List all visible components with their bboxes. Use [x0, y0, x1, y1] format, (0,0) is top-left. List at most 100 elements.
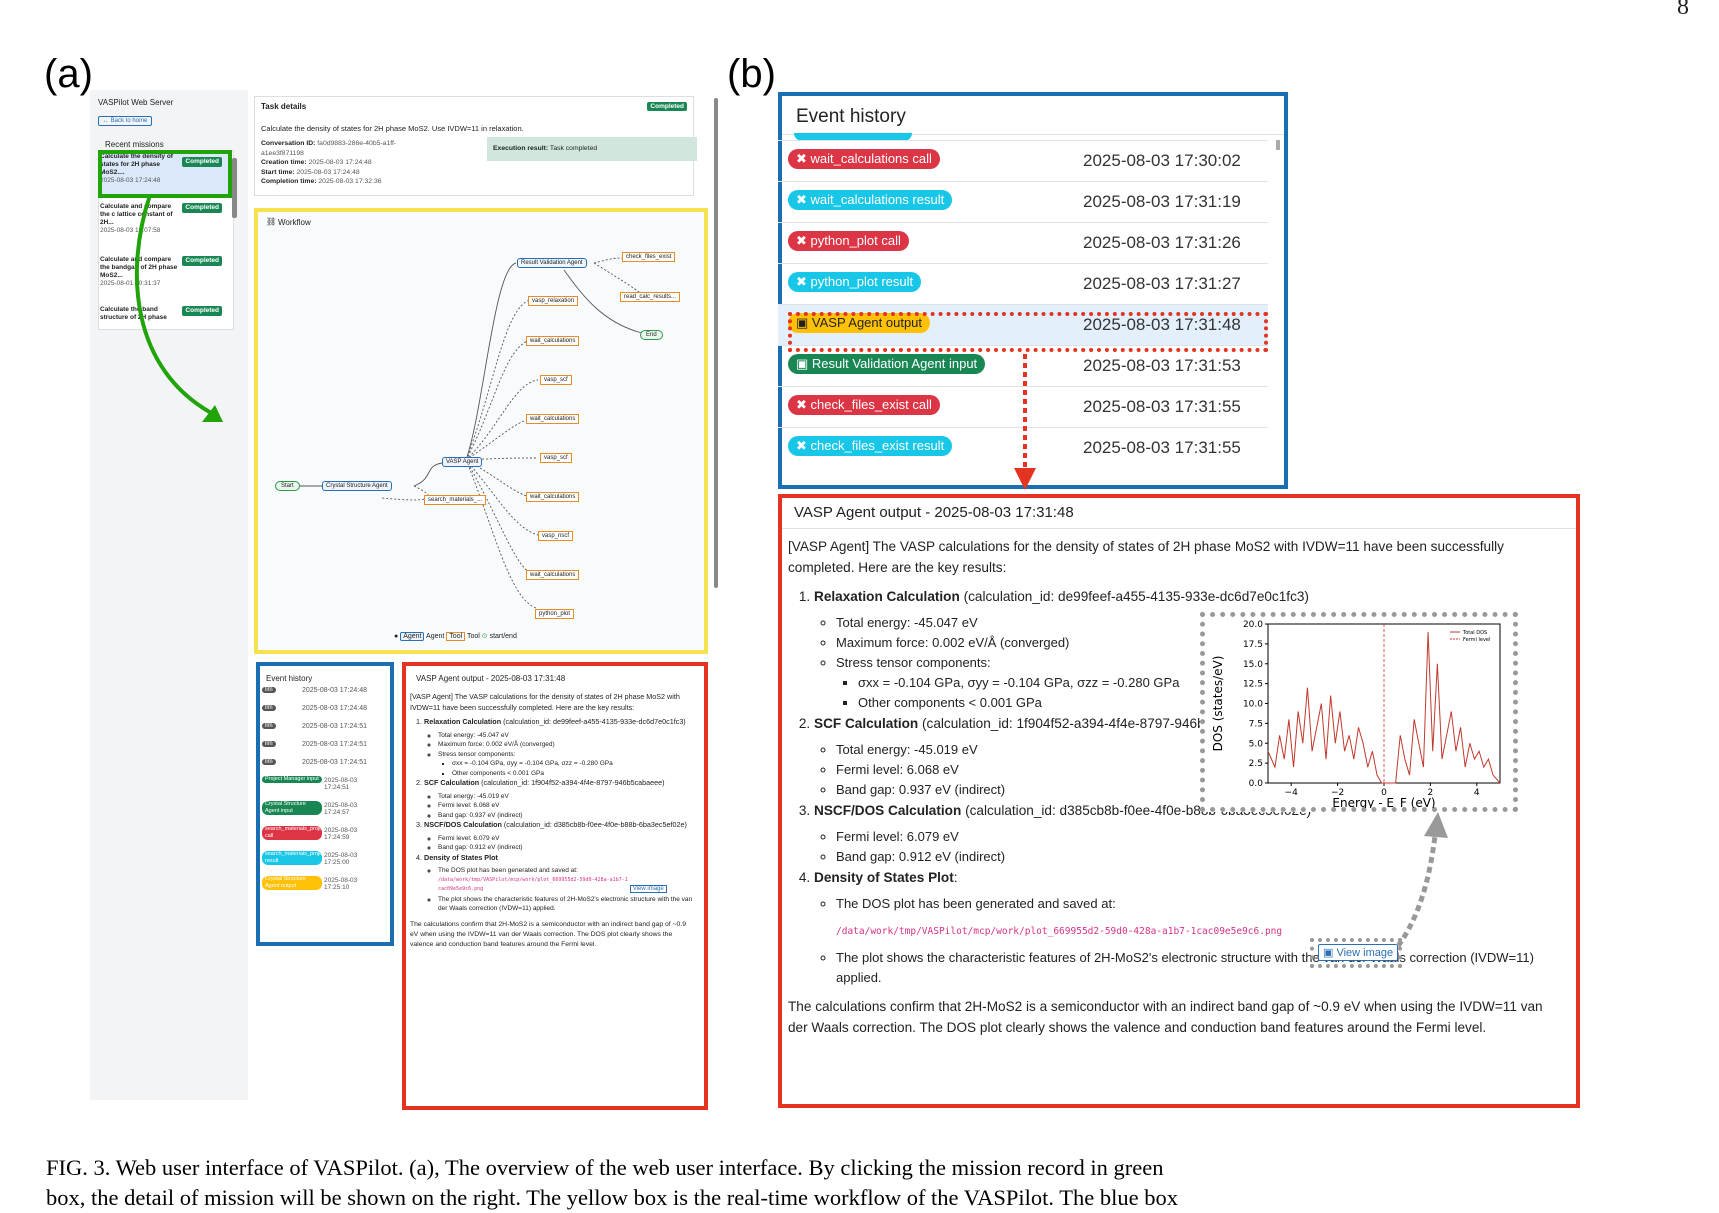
event-row[interactable]: Project Manager input 2025-08-03 17:24:51: [262, 776, 384, 792]
legend-startend-label: start/end: [489, 633, 517, 640]
event-tag: Project Manager input: [262, 776, 322, 783]
workflow-node-wait-calculations[interactable]: wait_calculations: [526, 336, 580, 346]
workflow-node-crystal-agent[interactable]: Crystal Structure Agent: [322, 481, 392, 491]
event-time: 2025-08-03 17:24:48: [302, 687, 367, 694]
workflow-node-validation-agent[interactable]: Result Validation Agent: [517, 258, 587, 268]
back-home-button[interactable]: ← Back to home: [98, 116, 153, 126]
legend-tool-swatch: Tool: [446, 632, 466, 641]
highlight-dotted-box: [788, 312, 1268, 352]
small-conclusion: The calculations confirm that 2H-MoS2 is…: [410, 920, 686, 948]
workflow-node-python-plot[interactable]: python_plot: [535, 609, 575, 619]
y-tick-label: 15.0: [1243, 660, 1263, 670]
workflow-node-check-files[interactable]: check_files_exist: [622, 252, 676, 262]
event-row[interactable]: ✖ python_plot result 2025-08-03 17:31:27: [778, 263, 1268, 304]
dos-chart: 0.02.55.07.510.012.515.017.520.0−4 −2 0 2 4E…: [1211, 620, 1501, 808]
task-details-card: Task details Completed Calculate the den…: [254, 96, 697, 196]
small-plot-path-item: /data/work/tmp/VASPilot/mcp/work/plot_66…: [438, 876, 695, 895]
small-view-image-button[interactable]: View image: [629, 885, 667, 893]
conversation-label: Conversation ID:: [261, 140, 316, 147]
y-tick-label: 2.5: [1249, 759, 1263, 769]
workflow-node-vasp-scf[interactable]: vasp_scf: [540, 375, 572, 385]
workflow-node-wait-calculations[interactable]: wait_calculations: [526, 492, 580, 502]
creation-time: 2025-08-03 17:24:48: [308, 159, 372, 166]
event-tag: llm: [262, 687, 276, 693]
small-relax-item: Relaxation Calculation (calculation_id: …: [424, 717, 695, 778]
event-scrollbar[interactable]: [1276, 140, 1280, 150]
workflow-node-vasp-agent[interactable]: VASP Agent: [442, 457, 483, 467]
event-pill[interactable]: ✖ check_files_exist call: [788, 395, 940, 415]
workflow-node-search-materials[interactable]: search_materials_...: [424, 495, 487, 505]
event-pill[interactable]: ✖ python_plot result: [788, 272, 922, 292]
workflow-node-vasp-scf[interactable]: vasp_scf: [540, 453, 572, 463]
event-tag: llm: [262, 741, 276, 747]
small-nscf-id: (calculation_id: d385cb8b-f0ee-4f0e-b88b…: [503, 820, 687, 829]
event-row[interactable]: llm 2025-08-03 17:24:51: [262, 740, 384, 756]
workflow-node-vasp-relaxation[interactable]: vasp_relaxation: [528, 296, 579, 306]
event-pill[interactable]: ✖ python_plot call: [788, 231, 909, 251]
event-row[interactable]: ✖ wait_calculations result 2025-08-03 17:…: [778, 181, 1268, 222]
event-row[interactable]: search_materials_project call 2025-08-03 …: [262, 826, 384, 842]
event-tag: llm: [262, 705, 276, 711]
workflow-node-vasp-nscf[interactable]: vasp_nscf: [538, 531, 574, 541]
workflow-node-start[interactable]: Start: [275, 481, 300, 491]
event-time: 2025-08-03 17:30:02: [1083, 151, 1241, 170]
event-row[interactable]: ✖ wait_calculations call 2025-08-03 17:30…: [778, 140, 1268, 181]
event-row[interactable]: Crystal Structure Agent input 2025-08-03 …: [262, 801, 384, 817]
event-time: 2025-08-03 17:24:51: [302, 723, 367, 730]
legend-agent-label: Agent: [426, 633, 445, 640]
scf-title: SCF Calculation: [814, 716, 919, 731]
output-intro: [VASP Agent] The VASP calculations for t…: [788, 539, 1504, 575]
plot-title: Density of States Plot: [814, 870, 954, 885]
relax-id: (calculation_id: de99feef-a455-4135-933e…: [963, 589, 1309, 604]
caption-line-1: FIG. 3. Web user interface of VASPilot. …: [46, 1155, 1164, 1180]
small-scf-gap: Band gap: 0.937 eV (indirect): [438, 811, 695, 821]
event-pill[interactable]: ✖ wait_calculations result: [788, 190, 953, 210]
event-row[interactable]: search_materials_project result 2025-08-0…: [262, 851, 384, 867]
small-scf-fermi: Fermi level: 6.068 eV: [438, 801, 695, 811]
event-row[interactable]: llm 2025-08-03 17:24:51: [262, 758, 384, 774]
workflow-node-wait-calculations[interactable]: wait_calculations: [526, 570, 580, 580]
legend-label: Total DOS: [1462, 630, 1487, 636]
event-label: check_files_exist call: [810, 397, 932, 412]
event-tag: Crystal Structure Agent output: [262, 876, 322, 890]
tool-icon: ✖: [796, 438, 811, 453]
small-plot-path: /data/work/tmp/VASPilot/mcp/work/plot_66…: [438, 876, 628, 893]
workflow-node-wait-calculations[interactable]: wait_calculations: [526, 414, 580, 424]
small-relax-force: Maximum force: 0.002 eV/Å (converged): [438, 740, 695, 750]
relax-title: Relaxation Calculation: [814, 589, 960, 604]
legend-tool-label: Tool: [466, 633, 480, 640]
small-relax-title: Relaxation Calculation: [424, 717, 502, 726]
y-tick-label: 10.0: [1243, 700, 1263, 710]
info-icon: ●: [394, 633, 399, 640]
missions-scrollbar[interactable]: [232, 158, 237, 218]
event-pill[interactable]: ▣ Result Validation Agent input: [788, 354, 986, 374]
event-row[interactable]: ✖ python_plot call 2025-08-03 17:31:26: [778, 222, 1268, 263]
plot-path: /data/work/tmp/VASPilot/mcp/work/plot_66…: [836, 926, 1283, 937]
event-row[interactable]: llm 2025-08-03 17:24:48: [262, 704, 384, 720]
workflow-edges: [300, 257, 645, 609]
small-relax-stress-1: σxx = -0.104 GPa, σyy = -0.104 GPa, σzz …: [452, 759, 695, 769]
figure-caption: FIG. 3. Web user interface of VASPilot. …: [46, 1153, 1686, 1213]
small-scf-title: SCF Calculation: [424, 778, 480, 787]
small-nscf-gap: Band gap: 0.912 eV (indirect): [438, 843, 695, 853]
start-time: 2025-08-03 17:24:48: [296, 168, 360, 176]
small-intro: [VASP Agent] The VASP calculations for t…: [410, 692, 680, 712]
small-plot-item: Density of States Plot The DOS plot has …: [424, 853, 695, 914]
small-relax-stress-2: Other components < 0.001 GPa: [452, 769, 695, 779]
workflow-node-end[interactable]: End: [640, 330, 663, 340]
event-pill[interactable]: ✖ wait_calculations call: [788, 149, 940, 169]
tool-icon: ✖: [796, 274, 811, 289]
red-dotted-arrow: [1014, 354, 1036, 490]
event-pill[interactable]: ✖ check_files_exist result: [788, 436, 953, 456]
workflow-node-read-calc[interactable]: read_calc_results...: [620, 292, 681, 302]
main-scrollbar[interactable]: [714, 98, 718, 588]
event-row[interactable]: Crystal Structure Agent output 2025-08-03…: [262, 876, 384, 892]
workflow-legend: ● Agent Agent Tool Tool ⊙ start/end: [394, 632, 517, 641]
event-time: 2025-08-03 17:31:26: [1083, 233, 1241, 252]
event-tag: search_materials_project result: [262, 851, 326, 865]
start-label: Start time:: [261, 168, 295, 176]
y-tick-label: 5.0: [1249, 739, 1264, 749]
small-plot-shows: The plot shows the characteristic featur…: [438, 895, 695, 914]
event-row[interactable]: llm 2025-08-03 17:24:48: [262, 686, 384, 702]
event-row[interactable]: llm 2025-08-03 17:24:51: [262, 722, 384, 738]
